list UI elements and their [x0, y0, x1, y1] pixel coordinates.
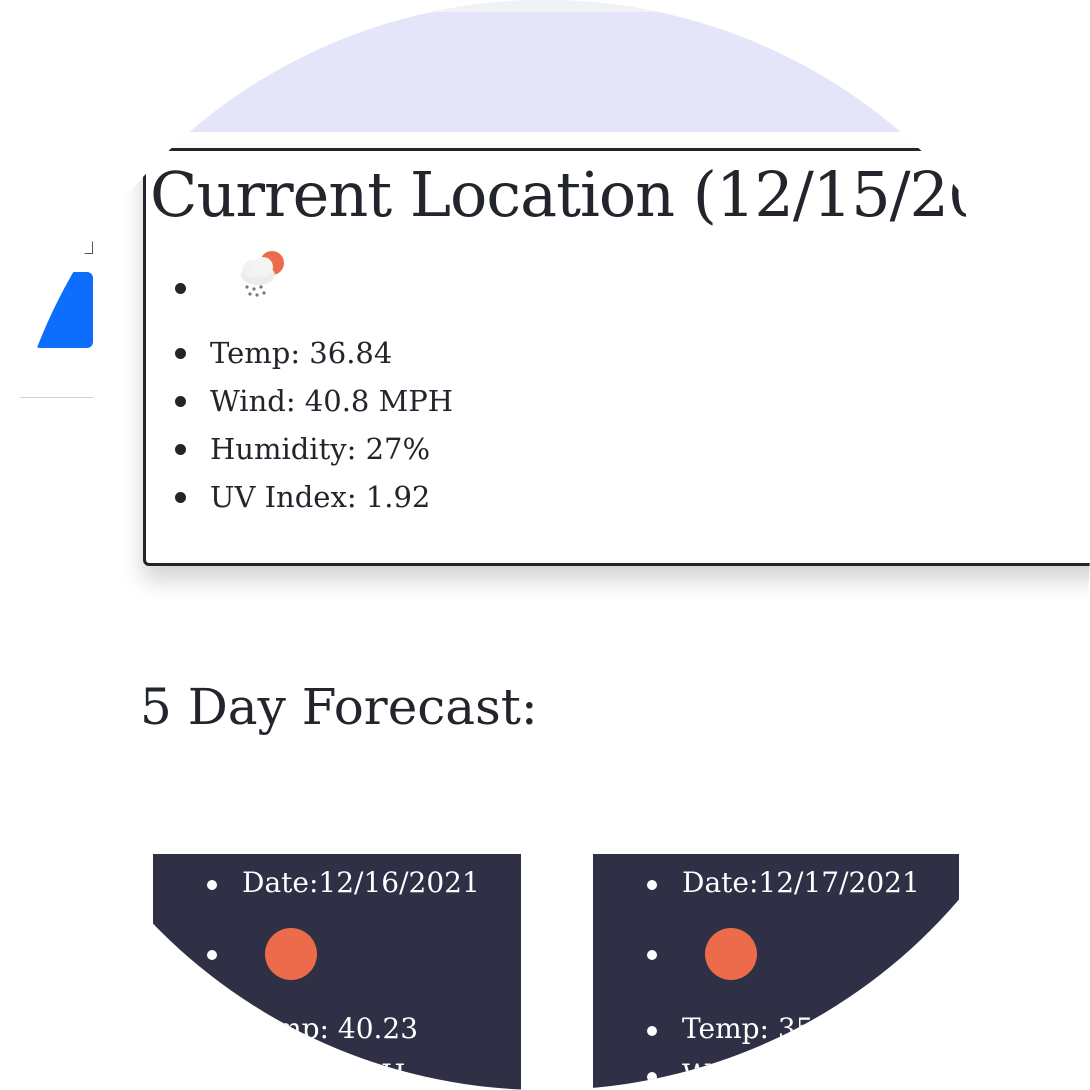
sidebar-fragment-mark [84, 241, 93, 254]
forecast-icon-item [593, 906, 920, 1006]
forecast-temp: Temp: 40.23 [153, 1006, 480, 1052]
sun-icon [705, 928, 757, 980]
forecast-list: Date:12/17/2021 Temp: 35 Wind: [593, 860, 920, 1090]
forecast-card: Date:12/17/2021 Temp: 35 Wind: [593, 854, 959, 1090]
current-icon-item [146, 251, 453, 329]
forecast-date: Date:12/17/2021 [593, 860, 920, 906]
forecast-wind: Wind: MPH [153, 1052, 480, 1090]
header-band-edge [0, 0, 1090, 12]
forecast-date: Date:12/16/2021 [153, 860, 480, 906]
current-weather-list: Temp: 36.84 Wind: 40.8 MPH Humidity: 27%… [146, 251, 453, 521]
current-wind: Wind: 40.8 MPH [146, 377, 453, 425]
zoomed-viewport: Current Location (12/15/2021) Temp: 36.8… [0, 0, 1090, 1090]
search-button[interactable] [34, 272, 93, 348]
forecast-heading: 5 Day Forecast: [140, 678, 538, 736]
current-uv-index: UV Index: 1.92 [146, 473, 453, 521]
current-title-clip: Current Location (12/15/2021) [146, 151, 966, 241]
header-band [0, 0, 1090, 132]
forecast-temp: Temp: 35 [593, 1006, 920, 1052]
sidebar-divider [20, 397, 93, 398]
current-humidity: Humidity: 27% [146, 425, 453, 473]
current-temp: Temp: 36.84 [146, 329, 453, 377]
forecast-wind: Wind: [593, 1052, 920, 1090]
forecast-card: Date:12/16/2021 Temp: 40.23 Wind: MPH [153, 854, 521, 1090]
current-weather-card: Current Location (12/15/2021) Temp: 36.8… [143, 148, 1090, 566]
forecast-icon-item [153, 906, 480, 1006]
sun-icon [265, 928, 317, 980]
current-location-title: Current Location (12/15/2021) [150, 158, 966, 231]
forecast-list: Date:12/16/2021 Temp: 40.23 Wind: MPH [153, 860, 480, 1090]
snow-cloud-sun-icon [241, 251, 284, 297]
